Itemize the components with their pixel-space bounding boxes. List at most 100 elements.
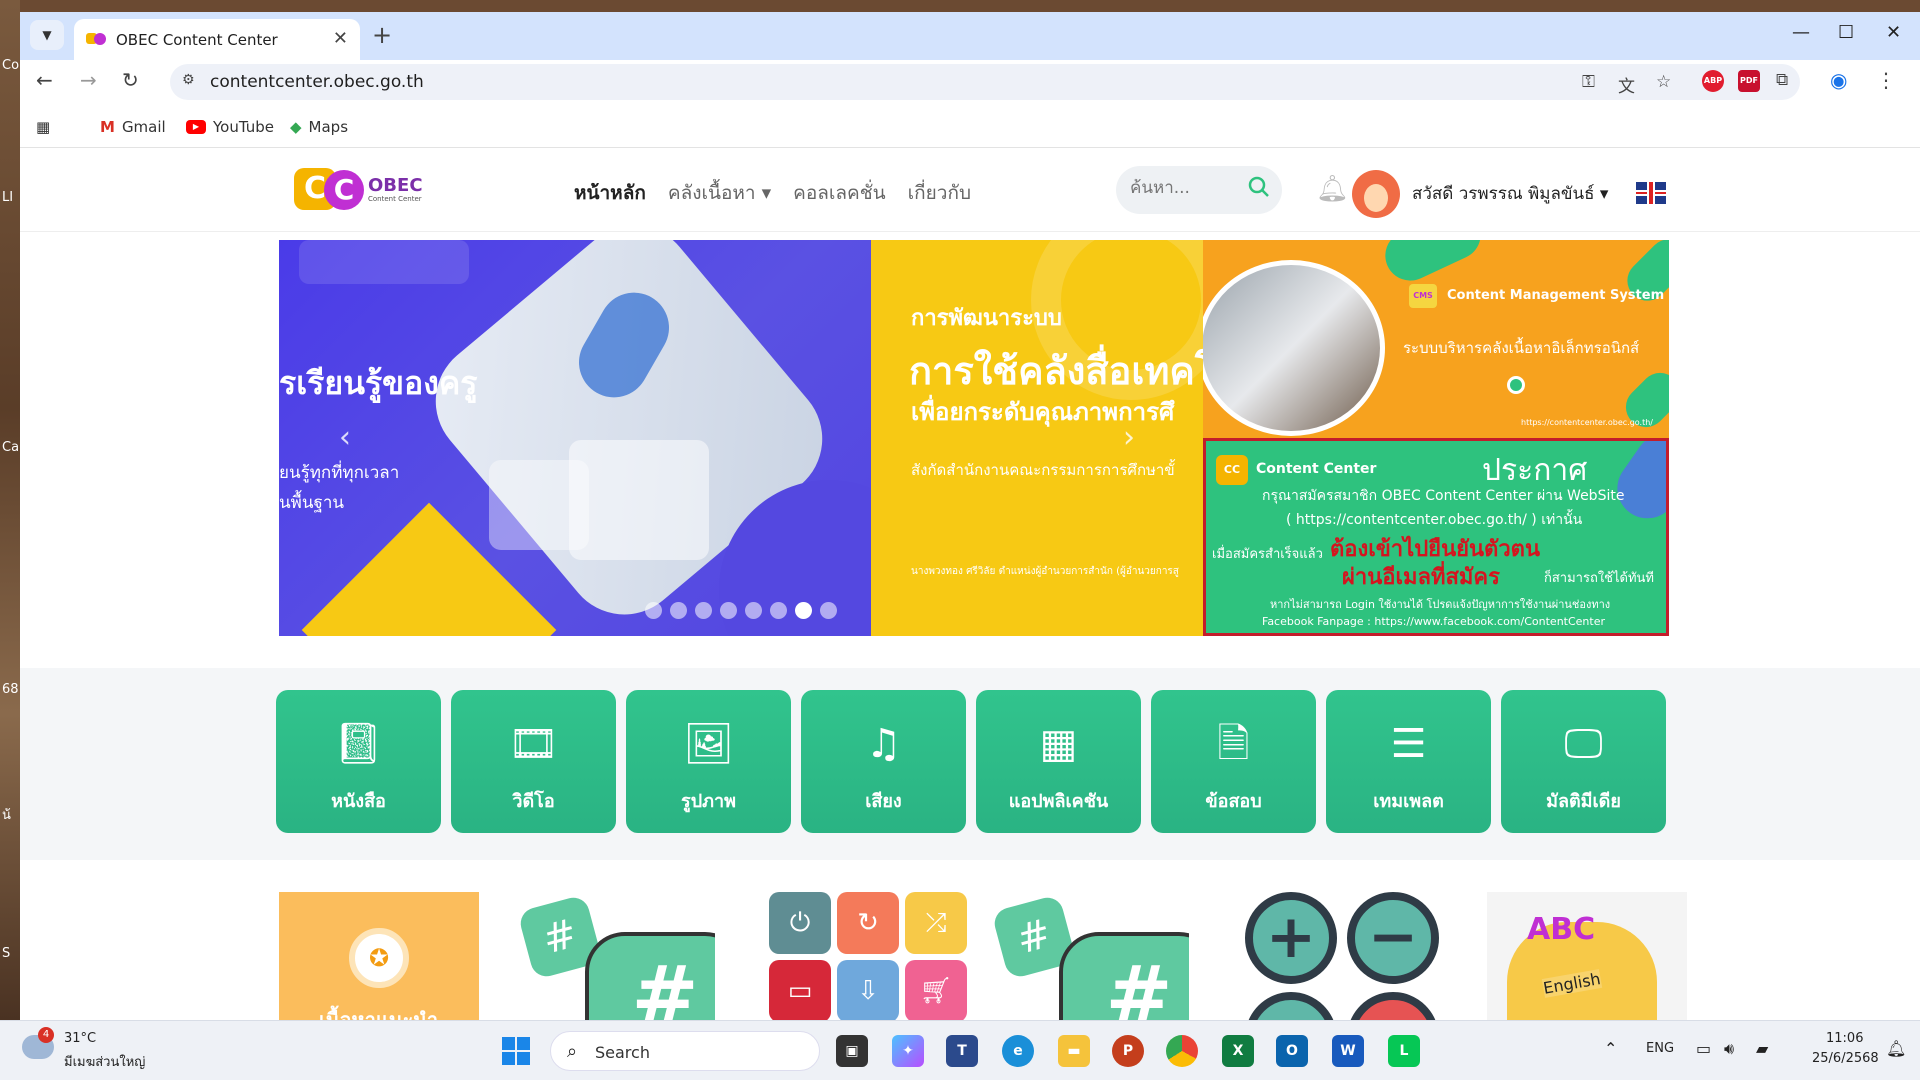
windows-start-icon[interactable] xyxy=(502,1037,530,1065)
bookmark-youtube[interactable]: ▶ YouTube xyxy=(186,118,274,136)
bookmark-gmail[interactable]: M Gmail xyxy=(100,118,166,136)
content-card[interactable]: ⏻ ↻ ⤮ ▭ ⇩ 🛒︎ xyxy=(769,892,969,1020)
maximize-icon[interactable]: ☐ xyxy=(1838,22,1854,43)
content-card[interactable]: # # xyxy=(989,892,1189,1020)
category-template[interactable]: ☰ เทมเพลต xyxy=(1326,690,1491,833)
forward-icon[interactable]: → xyxy=(80,68,97,92)
input-language[interactable]: ENG xyxy=(1646,1041,1674,1056)
site-logo[interactable]: C C OBEC Content Center xyxy=(294,168,423,212)
copilot-icon[interactable]: ✦ xyxy=(892,1035,924,1067)
carousel-dot[interactable] xyxy=(720,602,737,619)
category-book[interactable]: 📓︎ หนังสือ xyxy=(276,690,441,833)
category-application[interactable]: ▦ แอปพลิเคชัน xyxy=(976,690,1141,833)
edge-icon[interactable]: e xyxy=(1002,1035,1034,1067)
close-window-icon[interactable]: ✕ xyxy=(1886,22,1901,43)
file-explorer-icon[interactable]: ▬ xyxy=(1058,1035,1090,1067)
content-card[interactable]: # # xyxy=(515,892,715,1020)
back-icon[interactable]: ← xyxy=(36,68,53,92)
avatar[interactable] xyxy=(1352,170,1400,218)
category-label: เสียง xyxy=(865,791,902,812)
teams-icon[interactable]: T xyxy=(946,1035,978,1067)
search-input[interactable] xyxy=(1130,178,1240,198)
carousel-dot[interactable] xyxy=(670,602,687,619)
carousel-dot[interactable] xyxy=(645,602,662,619)
clock-date[interactable]: 25/6/2568 xyxy=(1812,1051,1879,1066)
letters-icon: ABC xyxy=(1527,912,1596,947)
category-label: แอปพลิเคชัน xyxy=(1008,791,1109,812)
excel-icon[interactable]: X xyxy=(1222,1035,1254,1067)
nav-home[interactable]: หน้าหลัก xyxy=(574,178,646,208)
show-hidden-icons[interactable]: ⌃ xyxy=(1604,1039,1617,1058)
extensions-puzzle-icon[interactable]: ⧉ xyxy=(1776,70,1788,90)
youtube-icon: ▶ xyxy=(186,120,206,134)
new-tab-button[interactable]: + xyxy=(372,22,392,48)
windows-taskbar: 4 31°C มีเมฆส่วนใหญ่ ⌕ Search ▣ ✦ T e ▬ … xyxy=(0,1020,1920,1080)
site-info-icon[interactable]: ⚙ xyxy=(182,72,195,88)
carousel-dot[interactable] xyxy=(745,602,762,619)
category-video[interactable]: 🎞︎ วิดีโอ xyxy=(451,690,616,833)
minimize-icon[interactable]: — xyxy=(1792,22,1810,43)
clock-time[interactable]: 11:06 xyxy=(1826,1031,1863,1046)
menu-dots-icon[interactable]: ⋮ xyxy=(1876,68,1896,92)
folder-icon: ▭ xyxy=(769,960,831,1020)
book-icon: 📓︎ xyxy=(333,721,384,767)
carousel-slide-media[interactable]: การพัฒนาระบบ การใช้คลังสื่อเทคโ เพื่อยกร… xyxy=(871,240,1203,636)
content-card[interactable]: + − × ÷ xyxy=(1245,892,1445,1020)
carousel-slide-teacher[interactable]: รเรียนรู้ของครู ยนรู้ทุกที่ทุกเวลา นพื้น… xyxy=(279,240,871,636)
logo-name: OBEC xyxy=(368,175,423,196)
content-card[interactable]: ABC English xyxy=(1487,892,1687,1020)
carousel-prev-icon[interactable]: ‹ xyxy=(339,420,351,455)
nav-about[interactable]: เกี่ยวกับ xyxy=(908,178,971,208)
taskbar-search[interactable]: ⌕ Search xyxy=(550,1031,820,1071)
address-bar[interactable]: ⚙ contentcenter.obec.go.th ⚿ 文 ☆ xyxy=(170,64,1800,100)
apps-grid-icon[interactable]: ▦ xyxy=(36,118,50,136)
battery-icon[interactable]: ▰ xyxy=(1756,1039,1768,1058)
url-text: contentcenter.obec.go.th xyxy=(210,72,424,92)
bookmark-star-icon[interactable]: ☆ xyxy=(1656,72,1671,92)
volume-icon[interactable]: 🔊︎ xyxy=(1724,1039,1734,1059)
weather-temp[interactable]: 31°C xyxy=(64,1031,96,1046)
cms-title: Content Management System xyxy=(1447,288,1665,303)
pdf-extension-icon[interactable]: PDF xyxy=(1738,70,1760,92)
password-key-icon[interactable]: ⚿ xyxy=(1582,72,1595,92)
carousel-next-icon[interactable]: › xyxy=(1123,420,1135,455)
category-audio[interactable]: ♫ เสียง xyxy=(801,690,966,833)
word-icon[interactable]: W xyxy=(1332,1035,1364,1067)
nav-collections[interactable]: คอลเลคชั่น xyxy=(793,178,886,208)
cms-banner[interactable]: CMS Content Management System ระบบบริหาร… xyxy=(1203,240,1669,438)
network-icon[interactable]: ▭ xyxy=(1696,1039,1711,1058)
carousel-dot[interactable] xyxy=(770,602,787,619)
task-view-icon[interactable]: ▣ xyxy=(836,1035,868,1067)
category-multimedia[interactable]: 🖵︎ มัลติมีเดีย xyxy=(1501,690,1666,833)
announcement-banner[interactable]: CC Content Center ประกาศ กรุณาสมัครสมาชิ… xyxy=(1203,438,1669,636)
tab-close-icon[interactable]: ✕ xyxy=(333,28,348,49)
carousel-dot[interactable] xyxy=(795,602,812,619)
line-icon[interactable]: L xyxy=(1388,1035,1420,1067)
active-tab[interactable]: OBEC Content Center ✕ xyxy=(74,19,360,60)
notification-icon[interactable]: 🔔︎ xyxy=(1886,1039,1906,1058)
user-greeting[interactable]: สวัสดี วรพรรณ พิมูลขันธ์ ▾ xyxy=(1412,180,1608,207)
translate-icon[interactable]: 文 xyxy=(1618,72,1635,97)
adblock-icon[interactable]: ABP xyxy=(1702,70,1724,92)
category-exam[interactable]: 🗎︎ ข้อสอบ xyxy=(1151,690,1316,833)
nav-repository[interactable]: คลังเนื้อหา ▾ xyxy=(668,178,771,208)
carousel-dot[interactable] xyxy=(695,602,712,619)
notification-bell-icon[interactable]: 🔔︎ xyxy=(1316,174,1349,204)
outlook-icon[interactable]: O xyxy=(1276,1035,1308,1067)
bookmark-maps[interactable]: ◆ Maps xyxy=(290,118,348,136)
search-icon[interactable] xyxy=(1248,176,1270,198)
chrome-icon[interactable] xyxy=(1166,1035,1198,1067)
carousel-dot[interactable] xyxy=(820,602,837,619)
tab-search-button[interactable]: ▼ xyxy=(30,20,64,50)
weather-desc[interactable]: มีเมฆส่วนใหญ่ xyxy=(64,1051,145,1072)
reload-icon[interactable]: ↻ xyxy=(122,68,139,92)
uk-flag-icon[interactable] xyxy=(1636,182,1666,204)
shuffle-icon: ⤮ xyxy=(905,892,967,954)
gmail-icon: M xyxy=(100,118,115,136)
recommended-card[interactable]: ✪ เนื้อหาแนะนำ xyxy=(279,892,479,1020)
tab-title: OBEC Content Center xyxy=(116,31,278,49)
category-image[interactable]: 🖼︎ รูปภาพ xyxy=(626,690,791,833)
powerpoint-icon[interactable]: P xyxy=(1112,1035,1144,1067)
profile-icon[interactable]: ◉ xyxy=(1830,68,1847,92)
category-label: วิดีโอ xyxy=(512,791,555,812)
